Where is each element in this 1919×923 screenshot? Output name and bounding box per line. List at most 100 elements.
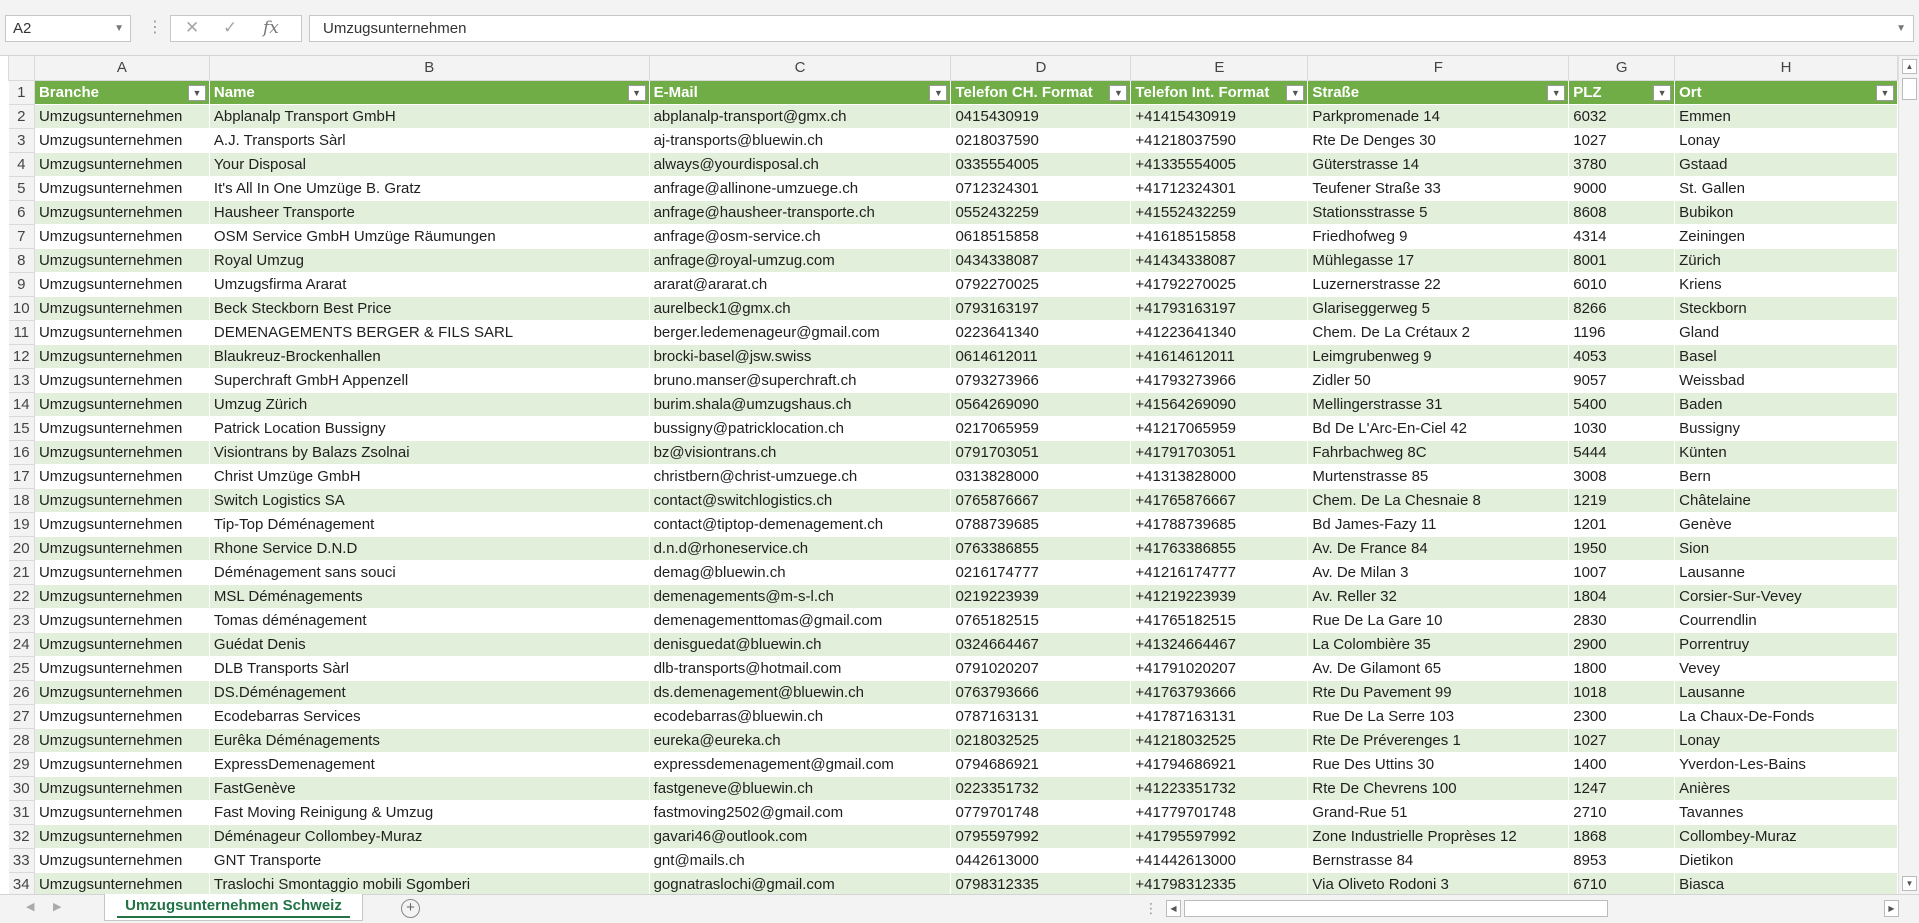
table-cell[interactable]: Fast Moving Reinigung & Umzug [208, 799, 650, 825]
table-cell[interactable]: 3008 [1568, 463, 1676, 489]
table-cell[interactable]: 1018 [1568, 679, 1676, 705]
filter-dropdown-icon[interactable]: ▼ [1547, 84, 1566, 101]
table-cell[interactable]: +41564269090 [1130, 391, 1309, 417]
column-header-b[interactable]: B [208, 56, 650, 81]
table-header-cell[interactable]: Straße ▼ [1307, 79, 1570, 105]
table-cell[interactable]: 0791020207 [950, 655, 1132, 681]
table-cell[interactable]: fastgeneve@bluewin.ch [648, 775, 952, 801]
row-header[interactable]: 27 [8, 703, 35, 729]
table-cell[interactable]: Weissbad [1674, 367, 1898, 393]
table-cell[interactable]: +41223351732 [1130, 775, 1309, 801]
table-cell[interactable]: denisguedat@bluewin.ch [648, 631, 952, 657]
expand-formula-icon[interactable]: ▼ [1896, 16, 1906, 41]
table-cell[interactable]: Rte De Chevrens 100 [1307, 775, 1570, 801]
table-cell[interactable]: Fahrbachweg 8C [1307, 439, 1570, 465]
table-cell[interactable]: Steckborn [1674, 295, 1898, 321]
column-header-d[interactable]: D [950, 56, 1132, 81]
table-cell[interactable]: Umzugsunternehmen [33, 103, 210, 129]
filter-dropdown-icon[interactable]: ▼ [1653, 84, 1672, 101]
table-cell[interactable]: 8608 [1568, 199, 1676, 225]
table-cell[interactable]: Umzugsunternehmen [33, 823, 210, 849]
table-cell[interactable]: FastGenève [208, 775, 650, 801]
table-cell[interactable]: 0223641340 [950, 319, 1132, 345]
table-cell[interactable]: anfrage@allinone-umzuege.ch [648, 175, 952, 201]
table-cell[interactable]: 8266 [1568, 295, 1676, 321]
filter-dropdown-icon[interactable]: ▼ [187, 84, 206, 101]
row-header[interactable]: 28 [8, 727, 35, 753]
table-cell[interactable]: 3780 [1568, 151, 1676, 177]
row-header[interactable]: 23 [8, 607, 35, 633]
table-cell[interactable]: dlb-transports@hotmail.com [648, 655, 952, 681]
table-cell[interactable]: 1804 [1568, 583, 1676, 609]
column-header-h[interactable]: H [1674, 56, 1898, 81]
table-cell[interactable]: Châtelaine [1674, 487, 1898, 513]
scroll-up-icon[interactable]: ▲ [1902, 59, 1917, 74]
table-cell[interactable]: contact@switchlogistics.ch [648, 487, 952, 513]
table-cell[interactable]: Umzugsunternehmen [33, 247, 210, 273]
table-cell[interactable]: +41219223939 [1130, 583, 1309, 609]
table-cell[interactable]: MSL Déménagements [208, 583, 650, 609]
row-header[interactable]: 4 [8, 151, 35, 177]
table-cell[interactable]: 0787163131 [950, 703, 1132, 729]
table-cell[interactable]: 0552432259 [950, 199, 1132, 225]
table-cell[interactable]: expressdemenagement@gmail.com [648, 751, 952, 777]
table-cell[interactable]: Umzugsunternehmen [33, 559, 210, 585]
table-cell[interactable]: 0618515858 [950, 223, 1132, 249]
row-header[interactable]: 6 [8, 199, 35, 225]
table-cell[interactable]: +41223641340 [1130, 319, 1309, 345]
table-cell[interactable]: Umzugsunternehmen [33, 775, 210, 801]
scroll-right-icon[interactable]: ▶ [1884, 900, 1899, 917]
table-cell[interactable]: anfrage@hausheer-transporte.ch [648, 199, 952, 225]
table-cell[interactable]: Glariseggerweg 5 [1307, 295, 1570, 321]
table-cell[interactable]: +41765876667 [1130, 487, 1309, 513]
table-cell[interactable]: 1196 [1568, 319, 1676, 345]
table-cell[interactable]: Basel [1674, 343, 1898, 369]
table-cell[interactable]: Umzugsunternehmen [33, 655, 210, 681]
row-header[interactable]: 16 [8, 439, 35, 465]
horizontal-scrollbar[interactable]: ◀ ▶ [1166, 898, 1899, 919]
table-cell[interactable]: Murtenstrasse 85 [1307, 463, 1570, 489]
table-cell[interactable]: Sion [1674, 535, 1898, 561]
table-cell[interactable]: Umzugsunternehmen [33, 199, 210, 225]
filter-dropdown-icon[interactable]: ▼ [929, 84, 948, 101]
vertical-scrollbar[interactable]: ▲ ▼ [1898, 56, 1919, 894]
row-header[interactable]: 11 [8, 319, 35, 345]
table-cell[interactable]: Umzugsunternehmen [33, 151, 210, 177]
table-cell[interactable]: Lonay [1674, 727, 1898, 753]
table-cell[interactable]: 0765876667 [950, 487, 1132, 513]
table-cell[interactable]: Umzugsunternehmen [33, 511, 210, 537]
filter-dropdown-icon[interactable]: ▼ [1876, 84, 1894, 101]
table-cell[interactable]: Visiontrans by Balazs Zsolnai [208, 439, 650, 465]
table-cell[interactable]: 0218032525 [950, 727, 1132, 753]
table-cell[interactable]: Rue De La Gare 10 [1307, 607, 1570, 633]
table-cell[interactable]: christbern@christ-umzuege.ch [648, 463, 952, 489]
table-cell[interactable]: d.n.d@rhoneservice.ch [648, 535, 952, 561]
table-header-cell[interactable]: Name ▼ [208, 79, 650, 105]
table-cell[interactable]: 0794686921 [950, 751, 1132, 777]
table-cell[interactable]: 2710 [1568, 799, 1676, 825]
enter-icon[interactable]: ✓ [223, 18, 237, 38]
table-cell[interactable]: Porrentruy [1674, 631, 1898, 657]
table-cell[interactable]: Umzugsunternehmen [33, 727, 210, 753]
row-header[interactable]: 21 [8, 559, 35, 585]
table-cell[interactable]: 1247 [1568, 775, 1676, 801]
table-cell[interactable]: Mellingerstrasse 31 [1307, 391, 1570, 417]
table-cell[interactable]: +41765182515 [1130, 607, 1309, 633]
table-cell[interactable]: Umzugsunternehmen [33, 463, 210, 489]
table-cell[interactable]: DLB Transports Sàrl [208, 655, 650, 681]
table-cell[interactable]: brocki-basel@jsw.swiss [648, 343, 952, 369]
table-cell[interactable]: 9057 [1568, 367, 1676, 393]
vertical-scroll-thumb[interactable] [1902, 78, 1917, 100]
table-cell[interactable]: OSM Service GmbH Umzüge Räumungen [208, 223, 650, 249]
table-cell[interactable]: bz@visiontrans.ch [648, 439, 952, 465]
table-cell[interactable]: 4314 [1568, 223, 1676, 249]
table-cell[interactable]: Blaukreuz-Brockenhallen [208, 343, 650, 369]
row-header[interactable]: 18 [8, 487, 35, 513]
table-cell[interactable]: 0791703051 [950, 439, 1132, 465]
row-header[interactable]: 15 [8, 415, 35, 441]
table-cell[interactable]: +41793273966 [1130, 367, 1309, 393]
table-cell[interactable]: +41618515858 [1130, 223, 1309, 249]
row-header[interactable]: 19 [8, 511, 35, 537]
table-cell[interactable]: 0712324301 [950, 175, 1132, 201]
column-header-g[interactable]: G [1568, 56, 1676, 81]
